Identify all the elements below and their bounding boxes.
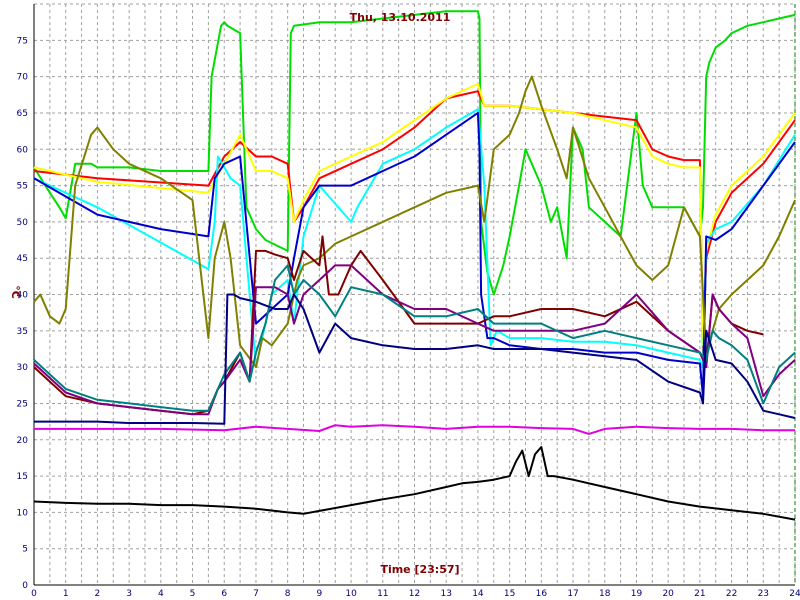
chart-title: Thu, 13.10.2011 xyxy=(350,11,451,24)
x-tick-label: 10 xyxy=(345,589,357,599)
y-tick-label: 15 xyxy=(17,472,28,482)
y-tick-label: 65 xyxy=(17,109,28,119)
y-tick-label: 25 xyxy=(17,399,28,409)
x-tick-label: 3 xyxy=(126,589,132,599)
x-tick-label: 21 xyxy=(694,589,705,599)
x-tick-label: 18 xyxy=(599,589,611,599)
x-tick-label: 22 xyxy=(726,589,737,599)
x-axis-label: Time [23:57] xyxy=(380,563,459,576)
x-tick-label: 24 xyxy=(789,589,800,599)
x-tick-label: 2 xyxy=(95,589,101,599)
y-tick-label: 50 xyxy=(17,218,29,228)
x-tick-label: 13 xyxy=(440,589,451,599)
y-tick-label: 75 xyxy=(17,36,28,46)
x-tick-label: 23 xyxy=(758,589,769,599)
x-tick-label: 12 xyxy=(409,589,420,599)
x-tick-label: 4 xyxy=(158,589,164,599)
x-tick-label: 11 xyxy=(377,589,388,599)
x-tick-label: 9 xyxy=(317,589,323,599)
x-tick-label: 8 xyxy=(285,589,291,599)
x-tick-label: 20 xyxy=(662,589,674,599)
plot-background xyxy=(0,0,800,600)
x-tick-label: 16 xyxy=(536,589,548,599)
y-tick-label: 55 xyxy=(17,182,28,192)
x-tick-label: 17 xyxy=(567,589,578,599)
y-tick-label: 35 xyxy=(17,327,28,337)
x-tick-label: 7 xyxy=(253,589,259,599)
x-tick-label: 5 xyxy=(190,589,196,599)
y-axis-label: °C xyxy=(9,285,22,299)
y-tick-label: 60 xyxy=(17,145,29,155)
y-tick-label: 5 xyxy=(22,545,28,555)
temperature-chart: 0 1 2 3 4 5 6 7 8 9 10 11 12 13 14 15 16 17 18 19 20 21 22 23 24… xyxy=(0,0,800,600)
x-tick-label: 19 xyxy=(631,589,643,599)
x-tick-label: 6 xyxy=(221,589,227,599)
x-tick-label: 15 xyxy=(504,589,515,599)
y-tick-label: 10 xyxy=(17,508,29,518)
x-tick-label: 0 xyxy=(31,589,37,599)
y-tick-label: 20 xyxy=(17,436,29,446)
y-tick-label: 70 xyxy=(17,73,29,83)
y-tick-label: 0 xyxy=(22,581,28,591)
y-tick-label: 45 xyxy=(17,254,28,264)
y-tick-label: 30 xyxy=(17,363,29,373)
x-tick-label: 14 xyxy=(472,589,484,599)
x-tick-label: 1 xyxy=(63,589,69,599)
